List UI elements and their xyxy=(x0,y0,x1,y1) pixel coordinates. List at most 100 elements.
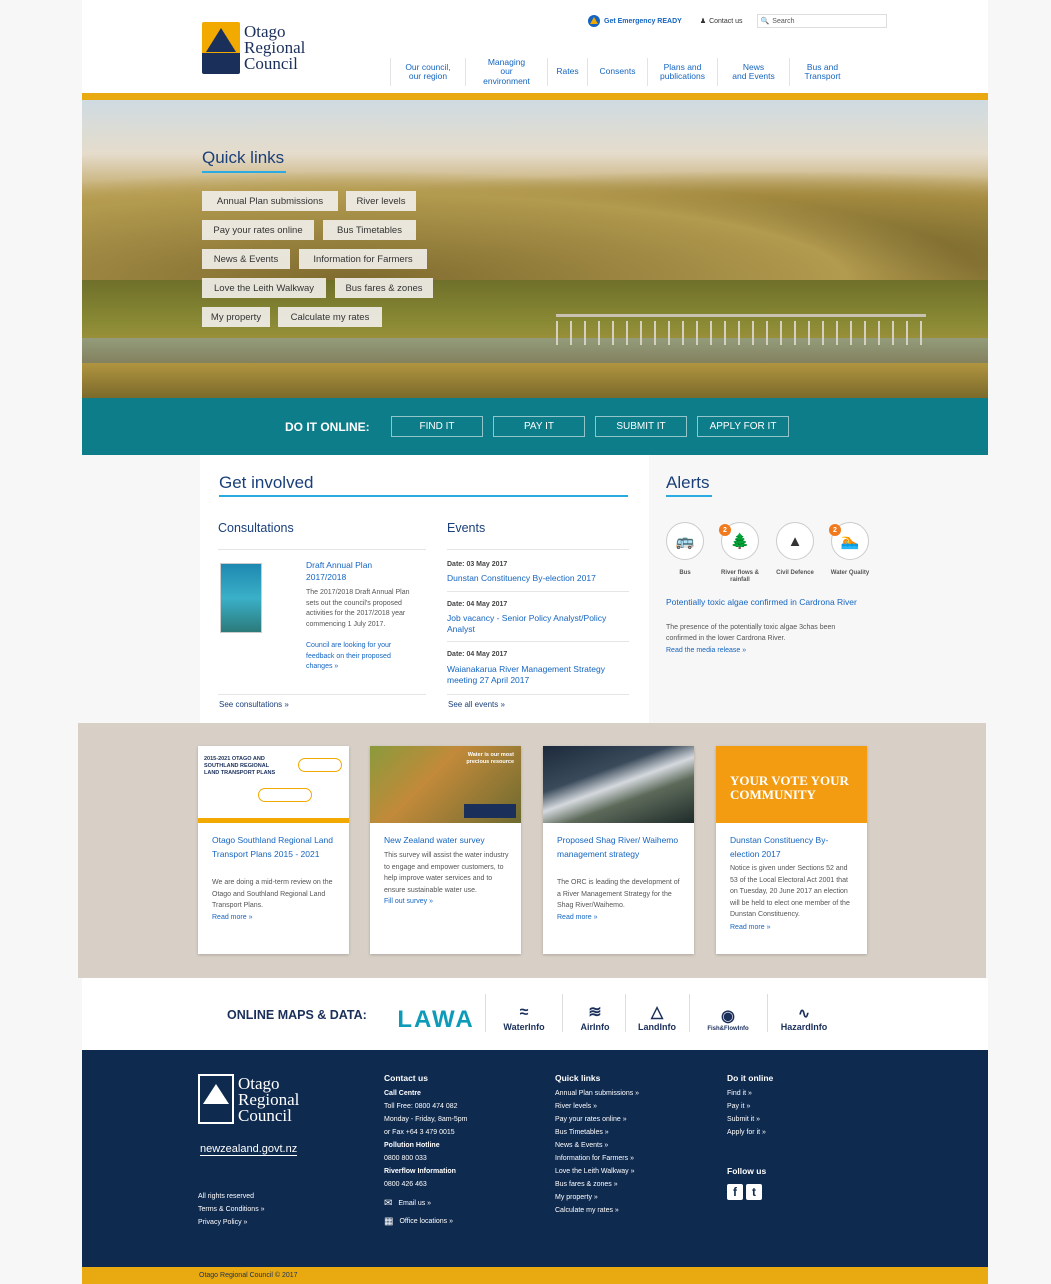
feature-card[interactable]: Proposed Shag River/ Waihemo management … xyxy=(543,746,694,954)
maps-divider xyxy=(485,994,486,1032)
ql-pay-rates[interactable]: Pay your rates online xyxy=(202,220,314,240)
footer-follow-heading: Follow us xyxy=(727,1166,767,1176)
fishflowinfo-logo[interactable]: ◉ Fish&FlowInfo xyxy=(698,996,758,1032)
footer-quick-link[interactable]: Love the Leith Walkway » xyxy=(555,1165,639,1178)
transport-plans-image: 2015-2021 OTAGO AND SOUTHLAND REGIONAL L… xyxy=(198,746,349,823)
feature-card[interactable]: 2015-2021 OTAGO AND SOUTHLAND REGIONAL L… xyxy=(198,746,349,954)
card-title[interactable]: New Zealand water survey xyxy=(384,834,510,848)
footer-copyright-bar: Otago Regional Council © 2017 xyxy=(82,1267,988,1284)
contact-us-link[interactable]: ♟ Contact us xyxy=(700,17,743,26)
nav-news-events[interactable]: News and Events xyxy=(717,58,789,86)
emergency-ready-link[interactable]: Get Emergency READY xyxy=(588,15,682,27)
feature-card[interactable]: Water is our most precious resource New … xyxy=(370,746,521,954)
pay-it-button[interactable]: PAY IT xyxy=(493,416,585,437)
nz-govt-link[interactable]: newzealand.govt.nz xyxy=(200,1143,298,1156)
ql-news-events[interactable]: News & Events xyxy=(202,249,290,269)
maps-divider xyxy=(625,994,626,1032)
nav-consents[interactable]: Consents xyxy=(587,58,647,86)
email-us-label: Email us » xyxy=(398,1200,432,1207)
ql-bus-timetables[interactable]: Bus Timetables xyxy=(323,220,416,240)
email-us-link[interactable]: ✉ Email us » xyxy=(384,1197,468,1210)
footer-quick-link[interactable]: News & Events » xyxy=(555,1139,639,1152)
card-read-more-link[interactable]: Read more » xyxy=(557,912,683,924)
ql-leith-walkway[interactable]: Love the Leith Walkway xyxy=(202,278,326,298)
landinfo-logo[interactable]: △ LandInfo xyxy=(634,996,680,1032)
ql-bus-fares[interactable]: Bus fares & zones xyxy=(335,278,433,298)
twitter-icon[interactable]: t xyxy=(746,1184,762,1200)
airinfo-logo[interactable]: ≋ AirInfo xyxy=(572,996,618,1032)
see-consultations-link[interactable]: See consultations » xyxy=(219,700,289,709)
ql-river-levels[interactable]: River levels xyxy=(346,191,416,211)
ql-calculate-rates[interactable]: Calculate my rates xyxy=(278,307,382,327)
card-desc: We are doing a mid-term review on the Ot… xyxy=(212,879,333,909)
footer-apply-it-link[interactable]: Apply for it » xyxy=(727,1126,773,1139)
footer-pollution: Pollution Hotline xyxy=(384,1142,440,1149)
alert-body: The presence of the potentially toxic al… xyxy=(666,624,836,642)
main-nav: Our council, our region Managing our envir… xyxy=(390,57,855,86)
footer-find-it-link[interactable]: Find it » xyxy=(727,1087,773,1100)
submit-it-button[interactable]: SUBMIT IT xyxy=(595,416,687,437)
footer-pay-it-link[interactable]: Pay it » xyxy=(727,1100,773,1113)
card-title[interactable]: Dunstan Constituency By-election 2017 xyxy=(730,834,856,861)
nav-rates[interactable]: Rates xyxy=(547,58,587,86)
search-placeholder: Search xyxy=(772,17,795,25)
see-all-events-link[interactable]: See all events » xyxy=(448,700,505,709)
emergency-label: Get Emergency READY xyxy=(604,17,682,25)
footer-quick-link[interactable]: Information for Farmers » xyxy=(555,1152,639,1165)
ql-info-farmers[interactable]: Information for Farmers xyxy=(299,249,427,269)
civil-defence-alert-icon[interactable]: ▲ xyxy=(776,522,814,560)
office-locations-link[interactable]: ▦ Office locations » xyxy=(384,1215,468,1228)
apply-for-it-button[interactable]: APPLY FOR IT xyxy=(697,416,789,437)
site-footer: Otago Regional Council newzealand.govt.n… xyxy=(82,1050,988,1267)
footer-quick-link[interactable]: River levels » xyxy=(555,1100,639,1113)
find-it-button[interactable]: FIND IT xyxy=(391,416,483,437)
facebook-icon[interactable]: f xyxy=(727,1184,743,1200)
event-divider xyxy=(447,591,629,592)
card-fill-out-survey-link[interactable]: Fill out survey » xyxy=(384,896,510,908)
river-flows-alert-label: River flows & rainfall xyxy=(720,570,759,583)
waterinfo-logo[interactable]: ≈ WaterInfo xyxy=(496,996,552,1032)
nav-our-council[interactable]: Our council, our region xyxy=(390,58,465,86)
footer-orc-logo[interactable]: Otago Regional Council xyxy=(198,1074,299,1130)
footer-call-centre: Call Centre xyxy=(384,1090,421,1097)
draft-annual-plan-thumbnail[interactable] xyxy=(220,563,262,633)
nav-managing-environment[interactable]: Managing our environment xyxy=(465,57,547,86)
card-desc: Notice is given under Sections 52 and 53… xyxy=(730,865,850,918)
nav-bus-transport[interactable]: Bus and Transport xyxy=(789,58,855,86)
orc-logo[interactable]: Otago Regional Council xyxy=(202,22,312,78)
privacy-link[interactable]: Privacy Policy » xyxy=(198,1216,265,1229)
alert-media-release-link[interactable]: Read the media release » xyxy=(666,647,746,654)
footer-quick-link[interactable]: My property » xyxy=(555,1191,639,1204)
alert-headline[interactable]: Potentially toxic algae confirmed in Car… xyxy=(666,597,866,609)
ql-my-property[interactable]: My property xyxy=(202,307,270,327)
footer-quick-link[interactable]: Bus fares & zones » xyxy=(555,1178,639,1191)
maps-divider xyxy=(767,994,768,1032)
card-title[interactable]: Proposed Shag River/ Waihemo management … xyxy=(557,834,683,861)
feature-card[interactable]: YOUR VOTE YOUR COMMUNITY Dunstan Constit… xyxy=(716,746,867,954)
terms-link[interactable]: Terms & Conditions » xyxy=(198,1203,265,1216)
footer-submit-it-link[interactable]: Submit it » xyxy=(727,1113,773,1126)
footer-quick-link[interactable]: Bus Timetables » xyxy=(555,1126,639,1139)
consultation-feedback-link[interactable]: Council are looking for your feedback on… xyxy=(306,641,416,673)
civil-defence-alert-label: Civil Defence xyxy=(776,570,814,576)
event-title[interactable]: Waianakarua River Management Strategy me… xyxy=(447,664,629,686)
event-title[interactable]: Job vacancy - Senior Policy Analyst/Poli… xyxy=(447,613,629,635)
envelope-icon: ✉ xyxy=(384,1198,393,1209)
card-title[interactable]: Otago Southland Regional Land Transport … xyxy=(212,834,338,861)
footer-quick-link[interactable]: Pay your rates online » xyxy=(555,1113,639,1126)
card-desc: This survey will assist the water indust… xyxy=(384,852,509,894)
hazardinfo-logo-text: HazardInfo xyxy=(780,1022,828,1032)
card-read-more-link[interactable]: Read more » xyxy=(730,922,856,934)
bus-alert-icon[interactable]: 🚌 xyxy=(666,522,704,560)
event-title[interactable]: Dunstan Constituency By-election 2017 xyxy=(447,573,629,584)
footer-quick-link[interactable]: Annual Plan submissions » xyxy=(555,1087,639,1100)
footer-quick-link[interactable]: Calculate my rates » xyxy=(555,1204,639,1217)
nav-plans-publications[interactable]: Plans and publications xyxy=(647,58,717,86)
search-input[interactable]: 🔍 Search xyxy=(756,14,887,28)
card-read-more-link[interactable]: Read more » xyxy=(212,912,338,924)
lawa-logo[interactable]: LAWA xyxy=(397,996,472,1032)
hero-banner: Quick links Annual Plan submissions Rive… xyxy=(82,100,988,398)
ql-annual-plan[interactable]: Annual Plan submissions xyxy=(202,191,338,211)
hazardinfo-logo[interactable]: ∿ HazardInfo xyxy=(774,996,834,1032)
consultation-title[interactable]: Draft Annual Plan 2017/2018 xyxy=(306,559,396,583)
